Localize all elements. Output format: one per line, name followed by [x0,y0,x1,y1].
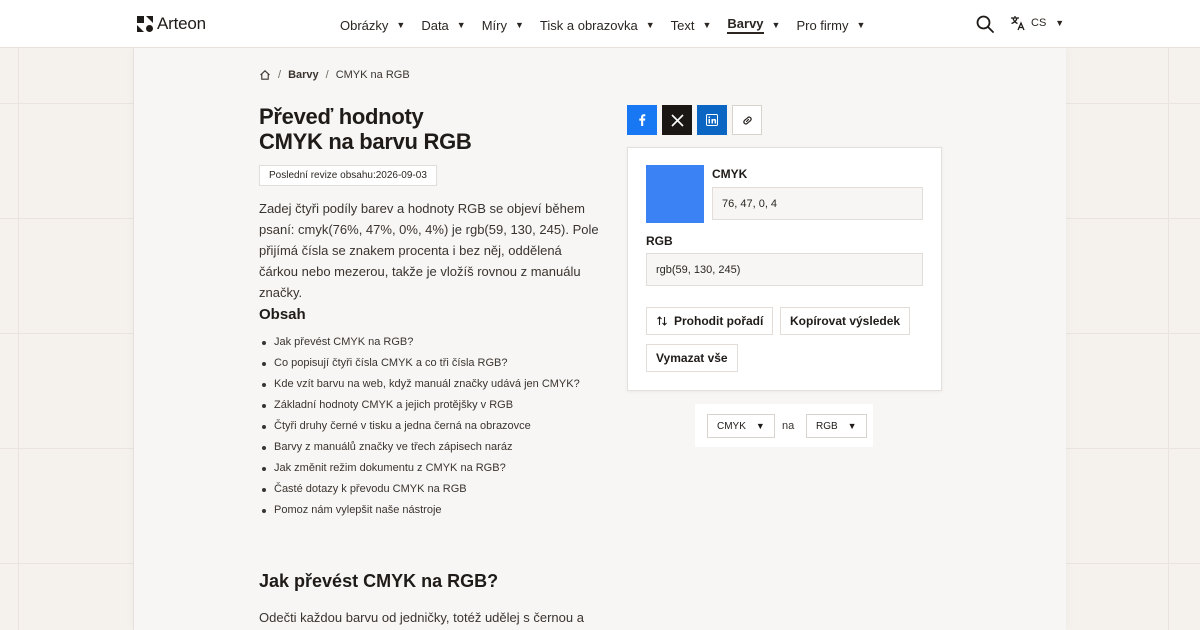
breadcrumb-separator: / [325,69,329,81]
breadcrumb-separator: / [278,69,282,81]
swap-arrows-icon [657,316,667,326]
toc-title: Obsah [259,306,306,323]
arteon-logo-icon [137,16,153,32]
logo[interactable]: Arteon [137,14,206,34]
to-mode-value: RGB [816,420,838,432]
toc-item[interactable]: Jak změnit režim dokumentu z CMYK na RGB… [259,458,580,479]
language-selector[interactable]: CS ▼ [1010,15,1064,31]
rgb-label: RGB [646,234,673,248]
section-title: Jak převést CMYK na RGB? [259,571,499,591]
table-of-contents: Jak převést CMYK na RGB? Co popisují čty… [259,332,580,521]
mode-connector: na [782,420,795,432]
home-icon[interactable] [259,69,271,81]
search-icon [976,15,994,33]
nav-item-pro-firmy[interactable]: Pro firmy ▼ [796,18,865,33]
page-title-line2: CMYK na barvu RGB [259,129,472,154]
nav-label: Míry [481,17,507,33]
copy-link-button[interactable] [732,105,762,135]
cmyk-input[interactable] [712,187,923,220]
nav-item-barvy[interactable]: Barvy ▼ [727,16,780,34]
intro-paragraph: Zadej čtyři podíly barev a hodnoty RGB s… [259,201,599,300]
content-card: / Barvy / CMYK na RGB Převeď hodnoty CMY… [134,48,1066,630]
nav-item-text[interactable]: Text ▼ [671,18,712,33]
caret-down-icon: ▼ [645,20,655,30]
nav-label: Pro firmy [796,17,849,33]
nav-label: Data [421,17,449,33]
translate-icon [1011,16,1025,31]
search-button[interactable] [975,14,995,34]
caret-down-icon: ▼ [396,20,406,30]
caret-down-icon: ▼ [1055,18,1065,28]
conversion-mode-bar: CMYK ▼ na RGB ▼ [695,404,873,447]
caret-down-icon: ▼ [755,421,765,431]
caret-down-icon: ▼ [771,20,781,30]
logo-text: Arteon [157,14,206,33]
caret-down-icon: ▼ [456,20,466,30]
color-preview-swatch [646,165,704,223]
copy-result-button[interactable]: Kopírovat výsledek [780,307,911,335]
breadcrumb-current: CMYK na RGB [335,69,410,81]
share-linkedin-button[interactable] [697,105,727,135]
link-icon [742,116,752,124]
nav-label: Text [670,17,695,33]
linkedin-icon [706,114,718,126]
share-x-button[interactable] [662,105,692,135]
from-mode-select[interactable]: CMYK ▼ [707,414,775,438]
clear-all-button[interactable]: Vymazat vše [646,344,738,372]
nav-item-tisk-a-obrazovka[interactable]: Tisk a obrazovka ▼ [540,18,655,33]
x-icon [670,113,684,127]
revision-badge: Poslední revize obsahu:2026-09-03 [259,165,437,186]
caret-down-icon: ▼ [847,421,857,431]
nav-item-data[interactable]: Data ▼ [421,18,465,33]
share-facebook-button[interactable] [627,105,657,135]
toc-item[interactable]: Co popisují čtyři čísla CMYK a co tři čí… [259,353,580,374]
facebook-icon [639,114,646,126]
caret-down-icon: ▼ [515,20,524,30]
cmyk-rgb-converter: CMYK RGB Prohodit pořadí Kopírovat výsle… [627,147,942,391]
breadcrumb: / Barvy / CMYK na RGB [259,69,410,81]
caret-down-icon: ▼ [702,20,712,30]
breadcrumb-barvy[interactable]: Barvy [288,69,319,81]
top-navigation-bar: Arteon Obrázky ▼ Data ▼ Míry ▼ Tisk a obraz… [0,0,1200,48]
page-title: Převeď hodnoty CMYK na barvu RGB [259,104,599,154]
section-paragraph: Odečti každou barvu od jedničky, totéž u… [259,610,584,625]
toc-item[interactable]: Jak převést CMYK na RGB? [259,332,580,353]
nav-label: Obrázky [340,17,389,33]
nav-label: Barvy [727,16,764,34]
toc-item[interactable]: Kde vzít barvu na web, když manuál značk… [259,374,580,395]
swap-order-button[interactable]: Prohodit pořadí [646,307,774,335]
nav-item-miry[interactable]: Míry ▼ [482,18,524,33]
from-mode-value: CMYK [717,420,746,432]
main-nav: Obrázky ▼ Data ▼ Míry ▼ Tisk a obrazovka ▼ T… [340,16,881,34]
to-mode-select[interactable]: RGB ▼ [806,414,867,438]
caret-down-icon: ▼ [856,20,866,30]
toc-item[interactable]: Čtyři druhy černé v tisku a jedna černá … [259,416,580,437]
toc-item[interactable]: Barvy z manuálů značky ve třech zápisech… [259,437,580,458]
rgb-output[interactable] [646,253,923,286]
share-buttons [627,105,762,135]
cmyk-label: CMYK [712,167,748,181]
language-code: CS [1031,17,1047,29]
page-title-line1: Převeď hodnoty [259,104,424,129]
toc-item[interactable]: Pomoz nám vylepšit naše nástroje [259,500,580,521]
toc-item[interactable]: Základní hodnoty CMYK a jejich protějšky… [259,395,580,416]
swap-order-label: Prohodit pořadí [674,314,764,328]
nav-item-obrazky[interactable]: Obrázky ▼ [340,18,405,33]
nav-label: Tisk a obrazovka [539,17,638,33]
toc-item[interactable]: Časté dotazy k převodu CMYK na RGB [259,479,580,500]
